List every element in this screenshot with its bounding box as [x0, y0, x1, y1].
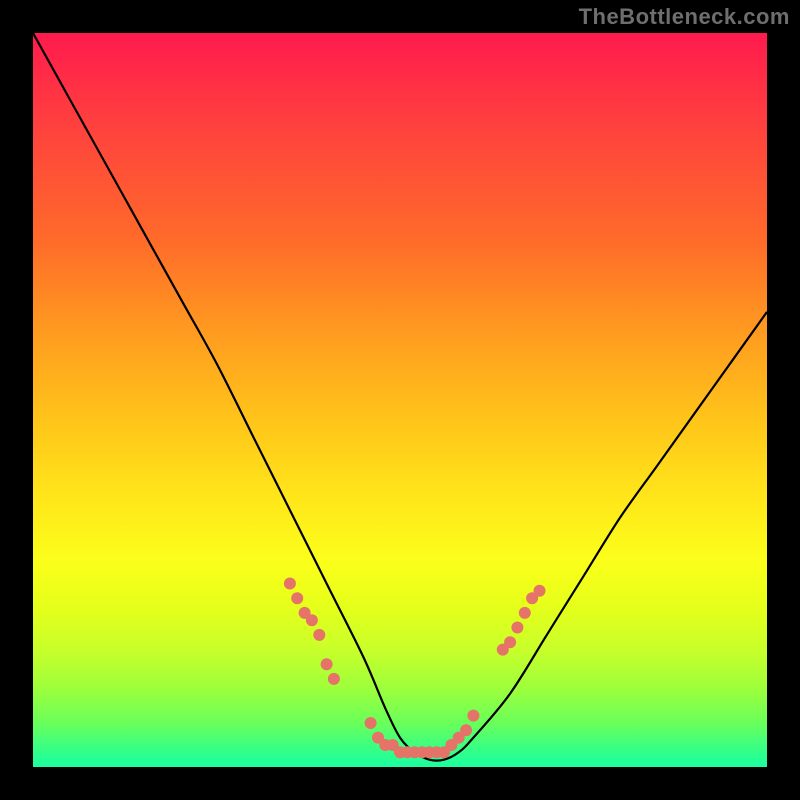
sample-point	[519, 607, 531, 619]
sample-point	[321, 658, 333, 670]
sample-point	[534, 585, 546, 597]
sample-points	[284, 578, 546, 759]
sample-point	[284, 578, 296, 590]
watermark-text: TheBottleneck.com	[579, 4, 790, 30]
sample-point	[365, 717, 377, 729]
sample-point	[306, 614, 318, 626]
plot-area	[33, 33, 767, 767]
chart-frame: TheBottleneck.com	[0, 0, 800, 800]
sample-point	[467, 710, 479, 722]
sample-point	[291, 592, 303, 604]
sample-point	[328, 673, 340, 685]
sample-point	[511, 622, 523, 634]
sample-point	[313, 629, 325, 641]
curve-svg	[33, 33, 767, 767]
sample-point	[504, 636, 516, 648]
bottleneck-curve	[33, 33, 767, 761]
sample-point	[460, 724, 472, 736]
